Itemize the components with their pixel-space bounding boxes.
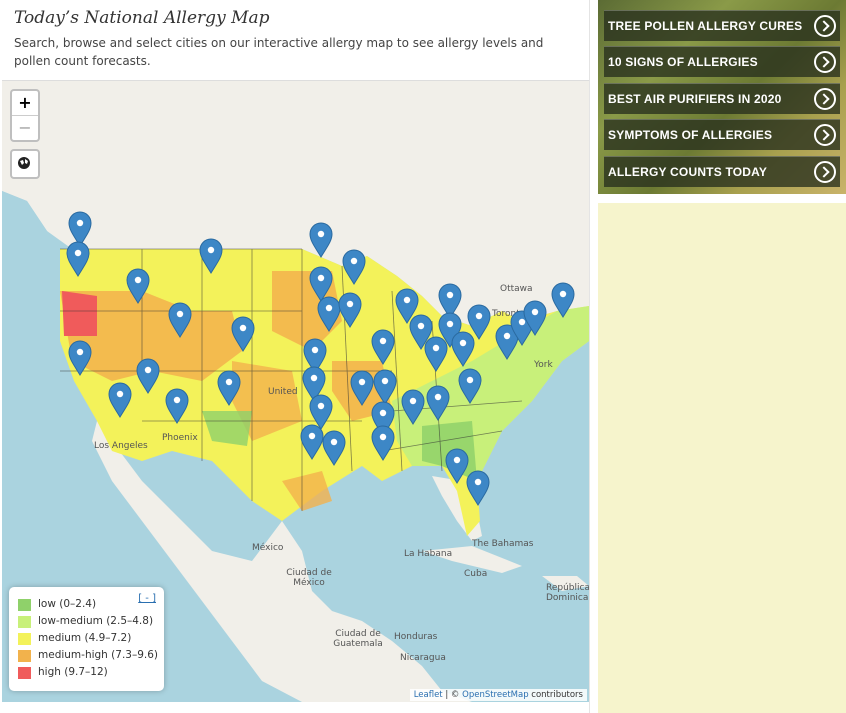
page-subtitle: Search, browse and select cities on our … [14,36,544,68]
legend-swatch-medium-high [18,650,31,662]
city-marker-pin[interactable] [309,266,333,302]
city-marker-pin[interactable] [551,282,575,318]
city-marker-pin[interactable] [342,249,366,285]
chevron-right-icon [814,15,836,37]
chevron-right-icon [814,161,836,183]
city-marker-pin[interactable] [317,296,341,332]
chevron-right-icon [814,51,836,73]
city-marker-pin[interactable] [350,370,374,406]
globe-icon [18,157,30,169]
legend-label-medium: medium (4.9–7.2) [38,632,132,644]
city-marker-pin[interactable] [338,292,362,328]
sidebar: TREE POLLEN ALLERGY CURES 10 SIGNS OF AL… [598,0,846,713]
legend-label-low-medium: low-medium (2.5–4.8) [38,615,154,627]
city-marker-pin[interactable] [451,331,475,367]
openstreetmap-link[interactable]: OpenStreetMap [462,690,528,700]
attribution-suffix: contributors [528,690,583,700]
city-marker-pin[interactable] [309,394,333,430]
city-marker-pin[interactable] [199,238,223,274]
legend-label-high: high (9.7–12) [38,666,108,678]
sidebar-link-10-signs-of-allergies[interactable]: 10 SIGNS OF ALLERGIES [604,46,840,77]
sidebar-link-best-air-purifiers[interactable]: BEST AIR PURIFIERS IN 2020 [604,83,840,114]
city-marker-pin[interactable] [231,316,255,352]
advertisement-area [598,203,846,713]
allergy-map-panel: Today’s National Allergy Map Search, bro… [0,0,590,713]
city-marker-pin[interactable] [300,424,324,460]
legend-collapse-button[interactable]: [ - ] [138,593,156,604]
city-marker-pin[interactable] [309,222,333,258]
city-marker-pin[interactable] [322,430,346,466]
city-marker-pin[interactable] [466,470,490,506]
chevron-right-icon [814,88,836,110]
attribution-separator: | © [442,690,463,700]
city-marker-pin[interactable] [108,382,132,418]
page-title: Today’s National Allergy Map [14,8,270,28]
leaflet-link[interactable]: Leaflet [414,690,443,700]
sidebar-link-label: TREE POLLEN ALLERGY CURES [608,19,803,33]
city-marker-pin[interactable] [126,268,150,304]
city-marker-pin[interactable] [371,329,395,365]
city-marker-pin[interactable] [371,425,395,461]
city-marker-pin[interactable] [426,385,450,421]
city-marker-pin[interactable] [401,389,425,425]
sidebar-link-symptoms-of-allergies[interactable]: SYMPTOMS OF ALLERGIES [604,119,840,150]
sidebar-link-label: SYMPTOMS OF ALLERGIES [608,128,773,142]
sidebar-link-tree-pollen-allergy-cures[interactable]: TREE POLLEN ALLERGY CURES [604,10,840,41]
legend-swatch-low [18,599,31,611]
allergy-map[interactable]: Ottawa Toronto York United Los Angeles P… [2,80,589,702]
city-marker-pin[interactable] [458,368,482,404]
chevron-right-icon [814,124,836,146]
map-header: Today’s National Allergy Map Search, bro… [0,0,589,78]
sidebar-link-allergy-counts-today[interactable]: ALLERGY COUNTS TODAY [604,156,840,187]
city-marker-pin[interactable] [68,340,92,376]
zoom-in-button[interactable]: + [12,91,38,115]
zoom-control: + − [10,89,40,142]
city-marker-pin[interactable] [424,336,448,372]
city-marker-pin[interactable] [168,302,192,338]
zoom-out-button[interactable]: − [12,115,38,140]
city-marker-pin[interactable] [467,304,491,340]
map-attribution: Leaflet | © OpenStreetMap contributors [409,689,587,701]
legend-swatch-medium [18,633,31,645]
sidebar-link-label: 10 SIGNS OF ALLERGIES [608,55,758,69]
city-marker-pin[interactable] [373,369,397,405]
city-marker-pin[interactable] [165,388,189,424]
sidebar-link-label: BEST AIR PURIFIERS IN 2020 [608,92,782,106]
map-legend: [ - ] low (0–2.4) low-medium (2.5–4.8) m… [9,587,164,691]
legend-label-medium-high: medium-high (7.3–9.6) [38,649,159,661]
city-marker-pin[interactable] [217,370,241,406]
legend-swatch-low-medium [18,616,31,628]
sidebar-link-label: ALLERGY COUNTS TODAY [608,165,768,179]
legend-label-low: low (0–2.4) [38,598,97,610]
sidebar-promo-links: TREE POLLEN ALLERGY CURES 10 SIGNS OF AL… [598,0,846,194]
city-marker-pin[interactable] [445,448,469,484]
city-marker-pin[interactable] [136,358,160,394]
legend-swatch-high [18,667,31,679]
locate-button[interactable] [10,149,40,179]
city-marker-pin[interactable] [66,241,90,277]
city-marker-pin[interactable] [68,211,92,247]
